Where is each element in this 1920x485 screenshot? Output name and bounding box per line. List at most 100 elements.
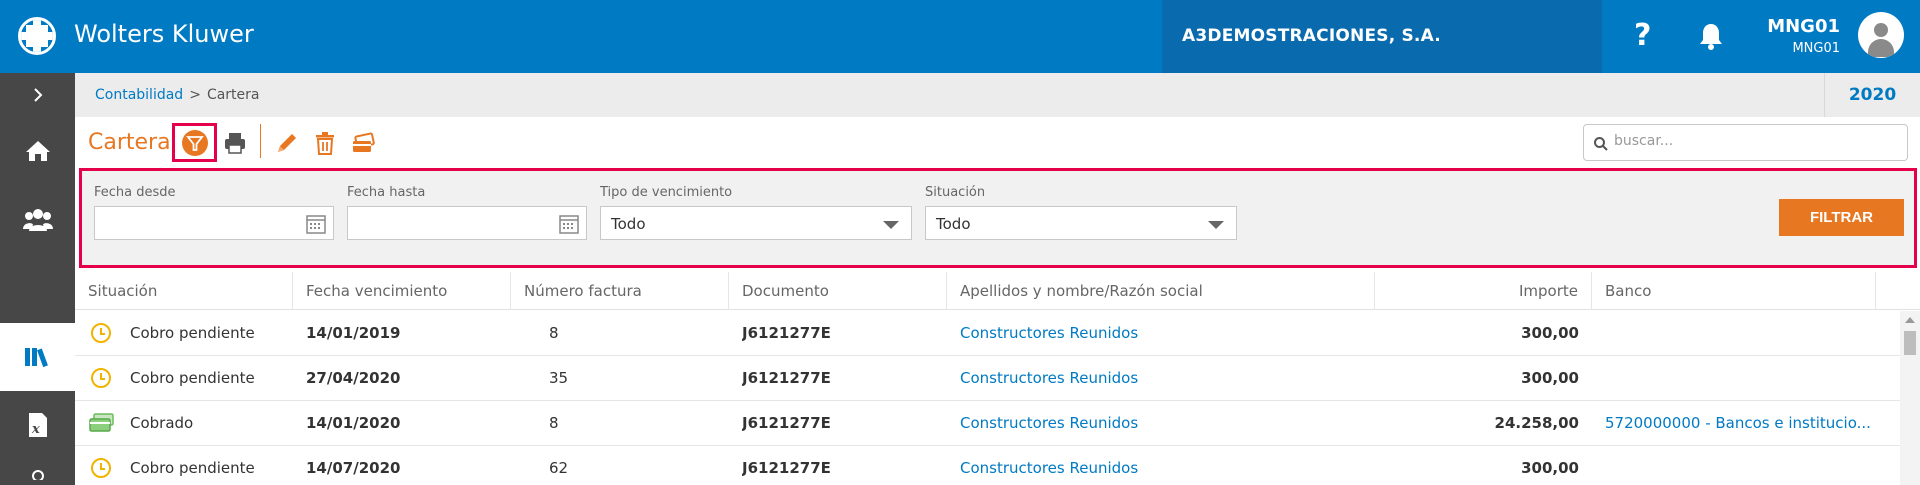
cell-importe: 300,00 [1521, 369, 1579, 387]
table-row[interactable]: Cobrado 14/01/2020 8 J6121277E Construct… [75, 401, 1900, 446]
tipo-vencimiento-value: Todo [611, 215, 646, 233]
chevron-down-icon [1208, 221, 1224, 229]
cell-documento: J6121277E [742, 459, 831, 477]
fecha-hasta-input[interactable] [347, 206, 587, 240]
fecha-desde-label: Fecha desde [94, 185, 176, 200]
column-header-banco[interactable]: Banco [1592, 272, 1876, 310]
table-row[interactable]: Cobro pendiente 27/04/2020 35 J6121277E … [75, 356, 1900, 401]
cell-factura: 62 [549, 459, 569, 477]
cell-factura: 8 [549, 414, 559, 432]
situacion-value: Todo [936, 215, 971, 233]
cell-fecha: 14/07/2020 [306, 459, 401, 477]
toolbar-divider [260, 124, 261, 158]
cell-importe: 300,00 [1521, 459, 1579, 477]
cell-banco[interactable] [1605, 356, 1875, 401]
help-icon[interactable]: ? [1634, 18, 1651, 53]
tipo-vencimiento-select[interactable]: Todo [600, 206, 912, 240]
sidebar-more-icon[interactable] [0, 459, 75, 485]
edit-pencil-icon[interactable] [274, 130, 300, 156]
tipo-vencimiento-label: Tipo de vencimiento [600, 185, 733, 200]
cell-razon-social-link[interactable]: Constructores Reunidos [960, 446, 1138, 485]
page-title: Cartera [88, 130, 171, 155]
breadcrumb: Contabilidad > Cartera [95, 87, 260, 103]
fecha-desde-input[interactable] [94, 206, 334, 240]
delete-trash-icon[interactable] [312, 130, 338, 156]
notifications-bell-icon[interactable] [1698, 22, 1724, 56]
column-header-importe[interactable]: Importe [1375, 272, 1592, 310]
table-row[interactable]: Cobro pendiente 14/07/2020 62 J6121277E … [75, 446, 1900, 485]
user-avatar-icon[interactable] [1858, 12, 1904, 58]
situacion-label: Situación [925, 185, 986, 200]
sidebar-excel-icon[interactable]: x [0, 391, 75, 459]
payment-cards-icon[interactable] [350, 130, 376, 156]
brand-name: Wolters Kluwer [74, 20, 254, 48]
year-selector[interactable]: 2020 [1824, 73, 1920, 117]
table-scrollbar[interactable] [1900, 311, 1920, 485]
fecha-desde-group: Fecha desde [94, 185, 334, 240]
chevron-down-icon [883, 221, 899, 229]
filter-funnel-icon [182, 130, 208, 156]
top-bar: Wolters Kluwer A3DEMOSTRACIONES, S.A. ? … [0, 0, 1920, 73]
fecha-hasta-group: Fecha hasta [347, 185, 587, 240]
cell-situacion: Cobrado [130, 414, 194, 432]
pending-clock-icon [91, 368, 111, 388]
print-icon[interactable] [222, 130, 248, 156]
cell-fecha: 14/01/2019 [306, 324, 401, 342]
cell-razon-social-link[interactable]: Constructores Reunidos [960, 356, 1138, 401]
sidebar-users-icon[interactable] [0, 185, 75, 253]
cell-documento: J6121277E [742, 324, 831, 342]
collected-money-icon [89, 413, 115, 433]
user-subtitle: MNG01 [1792, 41, 1840, 56]
cell-documento: J6121277E [742, 414, 831, 432]
company-selector[interactable]: A3DEMOSTRACIONES, S.A. [1162, 0, 1602, 73]
cell-situacion: Cobro pendiente [130, 369, 255, 387]
breadcrumb-current: Cartera [206, 87, 260, 103]
cell-factura: 35 [549, 369, 569, 387]
search-box[interactable] [1583, 124, 1908, 161]
cell-situacion: Cobro pendiente [130, 459, 255, 477]
breadcrumb-contabilidad[interactable]: Contabilidad [95, 87, 183, 103]
cell-banco[interactable] [1605, 311, 1875, 356]
calendar-icon[interactable] [558, 213, 580, 235]
column-header-situacion[interactable]: Situación [75, 272, 293, 310]
cell-fecha: 27/04/2020 [306, 369, 401, 387]
user-name: MNG01 [1767, 16, 1840, 37]
column-header-razon-social[interactable]: Apellidos y nombre/Razón social [947, 272, 1375, 310]
cell-factura: 8 [549, 324, 559, 342]
pending-clock-icon [91, 323, 111, 343]
scrollbar-thumb[interactable] [1904, 331, 1916, 355]
search-input[interactable] [1614, 133, 1894, 149]
sidebar-expand-chevron-icon[interactable] [0, 73, 75, 117]
wolters-kluwer-logo-icon [18, 17, 56, 55]
sidebar-home-icon[interactable] [0, 117, 75, 185]
fecha-hasta-label: Fecha hasta [347, 185, 426, 200]
cell-importe: 300,00 [1521, 324, 1579, 342]
calendar-icon[interactable] [305, 213, 327, 235]
cell-situacion: Cobro pendiente [130, 324, 255, 342]
breadcrumb-bar: Contabilidad > Cartera 2020 [75, 73, 1920, 117]
column-header-documento[interactable]: Documento [729, 272, 947, 310]
pending-clock-icon [91, 458, 111, 478]
filtrar-button[interactable]: FILTRAR [1779, 199, 1904, 236]
filter-panel: Fecha desde Fecha hasta Tipo de vencimie… [79, 168, 1917, 268]
table-header: Situación Fecha vencimiento Número factu… [75, 272, 1920, 310]
filter-toggle-button[interactable] [172, 123, 217, 162]
search-icon [1594, 137, 1608, 151]
cell-documento: J6121277E [742, 369, 831, 387]
table-row[interactable]: Cobro pendiente 14/01/2019 8 J6121277E C… [75, 311, 1900, 356]
cell-razon-social-link[interactable]: Constructores Reunidos [960, 401, 1138, 446]
cell-banco[interactable]: 5720000000 - Bancos e institucio... [1605, 401, 1875, 446]
cell-razon-social-link[interactable]: Constructores Reunidos [960, 311, 1138, 356]
situacion-select[interactable]: Todo [925, 206, 1237, 240]
tipo-vencimiento-group: Tipo de vencimiento Todo [600, 185, 912, 240]
cell-banco[interactable] [1605, 446, 1875, 485]
company-name: A3DEMOSTRACIONES, S.A. [1182, 26, 1441, 46]
column-header-numero-factura[interactable]: Número factura [511, 272, 729, 310]
sidebar: x [0, 73, 75, 485]
column-header-fecha-vencimiento[interactable]: Fecha vencimiento [293, 272, 511, 310]
situacion-group: Situación Todo [925, 185, 1237, 240]
cell-importe: 24.258,00 [1494, 414, 1579, 432]
sidebar-books-icon[interactable] [0, 323, 75, 391]
scroll-up-arrow-icon[interactable] [1905, 317, 1915, 323]
user-info[interactable]: MNG01 MNG01 [1767, 16, 1840, 56]
